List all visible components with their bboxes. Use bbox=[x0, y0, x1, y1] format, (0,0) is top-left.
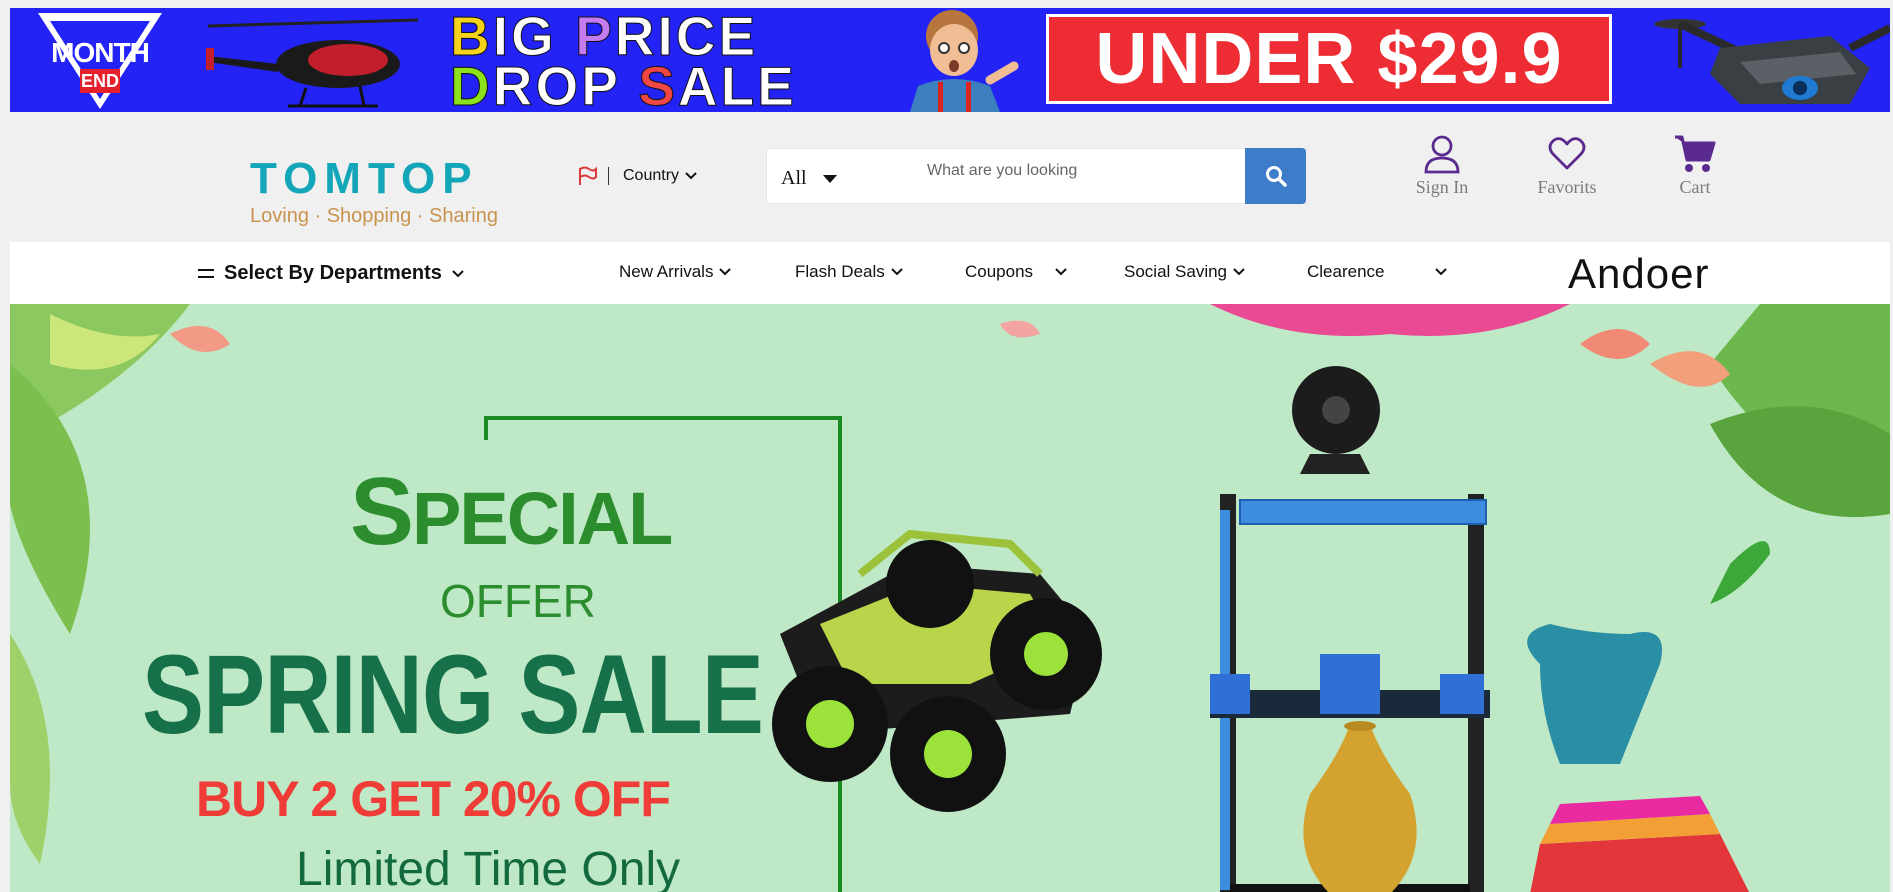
cart-link[interactable]: Cart bbox=[1650, 134, 1740, 198]
hero-banner[interactable]: SPECIAL OFFER SPRING SALE BUY 2 GET 20% … bbox=[10, 304, 1890, 892]
sign-in-label: Sign In bbox=[1415, 177, 1469, 197]
search-icon bbox=[1265, 166, 1287, 187]
logo-tagline: Loving · Shopping · Sharing bbox=[250, 205, 498, 227]
month-end-line2: END bbox=[80, 69, 120, 93]
hero-spring-sale-text: SPRING SALE bbox=[142, 632, 764, 757]
country-divider bbox=[608, 167, 609, 185]
chevron-down-icon bbox=[1055, 268, 1067, 276]
nav-social-saving[interactable]: Social Saving bbox=[1124, 262, 1245, 282]
promo-banner[interactable]: MONTH END BIG PRICE DROP SALE UNDER $29.… bbox=[10, 8, 1890, 112]
search-button[interactable] bbox=[1245, 148, 1306, 204]
chevron-down-icon bbox=[685, 172, 697, 180]
month-end-line1: MONTH bbox=[51, 37, 150, 68]
nav-flash-deals-label: Flash Deals bbox=[795, 262, 885, 281]
chevron-down-icon bbox=[719, 268, 732, 276]
favorits-link[interactable]: Favorits bbox=[1522, 134, 1612, 198]
hero-products-image bbox=[772, 366, 1749, 892]
nav-social-saving-label: Social Saving bbox=[1124, 262, 1228, 281]
nav-clearence-label: Clearence bbox=[1307, 262, 1385, 281]
promo-offer-box: UNDER $29.9 bbox=[1046, 14, 1612, 104]
nav-clearence[interactable]: Clearence bbox=[1307, 262, 1447, 282]
country-selector[interactable]: Country bbox=[576, 164, 697, 188]
heart-icon bbox=[1548, 137, 1586, 170]
nav-flash-deals[interactable]: Flash Deals bbox=[795, 262, 903, 282]
andoer-brand-link[interactable]: Andoer bbox=[1568, 250, 1709, 298]
favorits-label: Favorits bbox=[1537, 177, 1597, 197]
sign-in-link[interactable]: Sign In bbox=[1397, 134, 1487, 198]
promo-offer-text: UNDER $29.9 bbox=[1095, 19, 1563, 99]
caret-down-icon bbox=[822, 174, 837, 183]
helicopter-image bbox=[206, 18, 419, 108]
search-input[interactable] bbox=[927, 157, 1227, 185]
promo-person-image bbox=[910, 10, 1019, 112]
cart-icon bbox=[1675, 135, 1716, 172]
nav-coupons[interactable]: Coupons bbox=[965, 262, 1067, 282]
nav-coupons-label: Coupons bbox=[965, 262, 1034, 281]
chevron-down-icon bbox=[1233, 268, 1245, 276]
hero-promo-text: BUY 2 GET 20% OFF bbox=[196, 771, 671, 827]
chevron-down-icon bbox=[1434, 268, 1447, 276]
hero-special-text: SPECIAL bbox=[350, 458, 673, 565]
departments-label: Select By Departments bbox=[224, 262, 442, 284]
promo-headline-line2: DROP SALE bbox=[450, 55, 797, 112]
chevron-down-icon bbox=[452, 269, 464, 277]
departments-menu[interactable]: Select By Departments bbox=[198, 262, 464, 285]
hero-offer-text: OFFER bbox=[440, 575, 596, 627]
country-label: Country bbox=[623, 167, 680, 184]
user-icon bbox=[1424, 135, 1460, 174]
flag-icon bbox=[579, 166, 597, 185]
search-category-value: All bbox=[781, 167, 807, 189]
logo-wordmark: TOMTOP bbox=[250, 154, 479, 203]
chevron-down-icon bbox=[891, 268, 903, 276]
nav-new-arrivals-label: New Arrivals bbox=[619, 262, 714, 281]
hero-limited-text: Limited Time Only bbox=[296, 843, 681, 892]
page: MONTH END BIG PRICE DROP SALE UNDER $29.… bbox=[0, 0, 1893, 892]
drone-image bbox=[1654, 19, 1890, 104]
promo-headline: BIG PRICE DROP SALE bbox=[450, 8, 870, 112]
search-category-select[interactable]: All bbox=[781, 167, 837, 190]
tomtop-logo[interactable]: TOMTOP Loving · Shopping · Sharing bbox=[250, 154, 530, 227]
nav-new-arrivals[interactable]: New Arrivals bbox=[619, 262, 732, 282]
promo-headline-line1: BIG PRICE bbox=[450, 8, 759, 67]
menu-icon bbox=[198, 269, 214, 278]
cart-label: Cart bbox=[1679, 177, 1711, 197]
month-end-badge: MONTH END bbox=[38, 13, 162, 112]
site-header: TOMTOP Loving · Shopping · Sharing Count… bbox=[10, 112, 1890, 242]
search-bar: All bbox=[766, 148, 1306, 204]
main-nav: Select By Departments New Arrivals Flash… bbox=[10, 242, 1890, 304]
